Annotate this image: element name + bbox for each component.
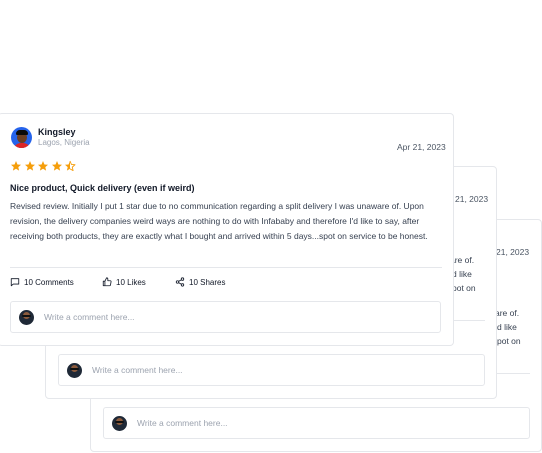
comments-count: 10 Comments: [24, 277, 74, 287]
reviewer-location: Lagos, Nigeria: [38, 138, 90, 147]
review-actions: 10 Comments 10 Likes 10 Shares: [10, 277, 225, 287]
review-text-fragment: d like: [497, 322, 517, 332]
star-icon: [11, 161, 21, 171]
avatar: [19, 309, 34, 325]
reviewer-name: Kingsley: [38, 127, 76, 137]
like-button[interactable]: 10 Likes: [102, 277, 175, 287]
share-icon: [175, 277, 185, 287]
comment-icon: [10, 278, 20, 287]
divider: [10, 267, 442, 268]
comment-input[interactable]: Write a comment here...: [103, 407, 530, 439]
comment-placeholder: Write a comment here...: [137, 418, 228, 428]
review-text-fragment: d like: [452, 269, 472, 279]
review-text-fragment: are of.: [495, 308, 520, 318]
review-date: 21, 2023: [455, 194, 489, 204]
review-title: Nice product, Quick delivery (even if we…: [10, 183, 195, 193]
comment-placeholder: Write a comment here...: [44, 312, 135, 322]
review-text-fragment: pot on: [497, 336, 521, 346]
star-icon: [51, 161, 62, 171]
review-date: Apr 21, 2023: [397, 142, 446, 152]
half-star-icon: [65, 160, 76, 172]
star-rating: [10, 160, 76, 172]
review-text-fragment: pot on: [452, 283, 476, 293]
comment-placeholder: Write a comment here...: [92, 365, 183, 375]
likes-count: 10 Likes: [116, 277, 146, 287]
avatar: [11, 127, 32, 148]
comments-button[interactable]: 10 Comments: [10, 277, 102, 287]
comment-input[interactable]: Write a comment here...: [58, 354, 485, 386]
avatar: [112, 415, 127, 431]
avatar: [67, 362, 82, 378]
thumbs-up-icon: [102, 277, 112, 287]
review-date: 21, 2023: [496, 247, 530, 257]
star-icon: [38, 161, 48, 171]
comment-input[interactable]: Write a comment here...: [10, 301, 441, 333]
review-card: Kingsley Lagos, Nigeria Apr 21, 2023 Nic…: [0, 113, 454, 346]
shares-count: 10 Shares: [189, 277, 226, 287]
review-body: Revised review. Initially I put 1 star d…: [10, 201, 428, 241]
star-icon: [24, 161, 35, 171]
review-stack: 21, 2023 are of. d like pot on Write a c…: [0, 0, 542, 453]
share-button[interactable]: 10 Shares: [175, 277, 225, 287]
